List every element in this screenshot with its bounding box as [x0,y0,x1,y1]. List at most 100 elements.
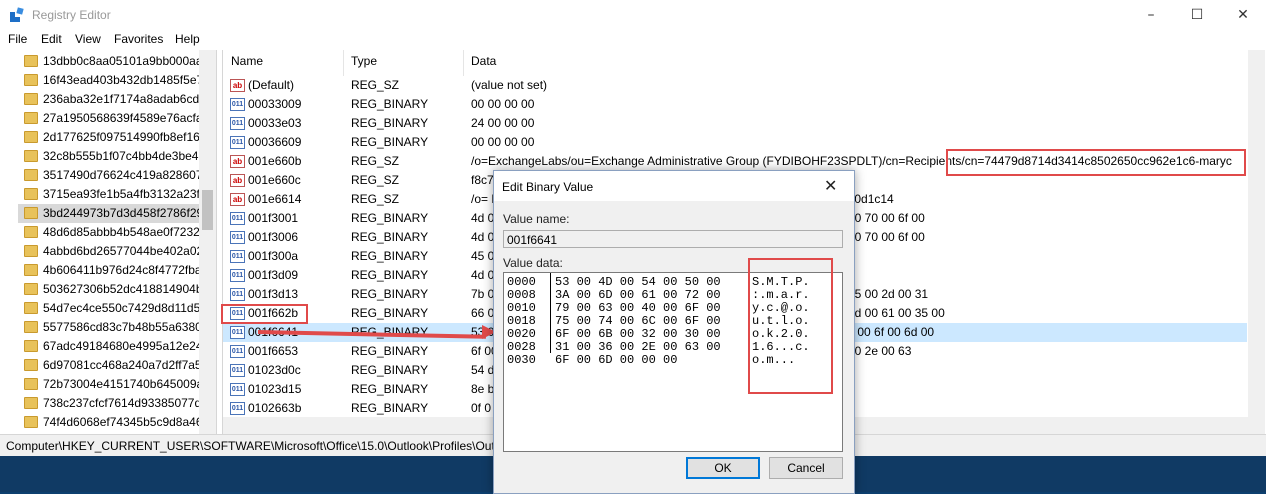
value-type: REG_BINARY [351,211,429,225]
value-type: REG_BINARY [351,268,429,282]
binary-value-icon: 011 [230,98,245,111]
tree-item[interactable]: 4b606411b976d24c8f4772fba9 [18,261,203,280]
column-divider[interactable] [463,50,464,76]
value-row[interactable]: ab (Default) REG_SZ (value not set) [223,76,1247,95]
hex-offset: 0028 [507,340,536,354]
folder-icon [24,397,38,409]
value-name: 00036609 [248,135,302,149]
tree-item[interactable]: 67adc49184680e4995a12e2403 [18,337,203,356]
title-bar[interactable]: Registry Editor – ☐ ✕ [0,0,1266,30]
tree-item-label: 6d97081cc468a240a7d2ff7a592 [43,358,203,372]
tree-item[interactable]: 72b73004e4151740b645009ad1 [18,375,203,394]
tree-item[interactable]: 13dbb0c8aa05101a9bb000aa0 [18,52,203,71]
tree-item[interactable]: 236aba32e1f7174a8adab6cd7e [18,90,203,109]
column-divider[interactable] [343,50,344,76]
tree-item-label: 54d7ec4ce550c7429d8d11d59c [43,301,203,315]
value-name: 00033009 [248,97,302,111]
folder-icon [24,416,38,428]
cancel-button[interactable]: Cancel [769,457,843,479]
hex-offset: 0000 [507,275,536,289]
list-vertical-scrollbar[interactable] [1248,50,1265,434]
folder-icon [24,188,38,200]
tree-item-label: 27a1950568639f4589e76acfac1 [43,111,203,125]
tree-item[interactable]: 48d6d85abbb4b548ae0f7232af [18,223,203,242]
binary-value-icon: 011 [230,326,245,339]
value-name: 001f3001 [248,211,299,225]
tree-item-label: 67adc49184680e4995a12e2403 [43,339,203,353]
value-row[interactable]: 011 00033e03 REG_BINARY 24 00 00 00 [223,114,1247,133]
binary-value-icon: 011 [230,402,245,415]
tree-scrollbar[interactable] [199,50,216,434]
menu-edit[interactable]: Edit [41,32,62,46]
value-row[interactable]: 011 00033009 REG_BINARY 00 00 00 00 [223,95,1247,114]
column-header-data[interactable]: Data [471,54,496,74]
tree-item[interactable]: 6d97081cc468a240a7d2ff7a592 [18,356,203,375]
binary-value-icon: 011 [230,117,245,130]
tree-item-label: 3bd244973b7d3d458f2786f291 [43,206,203,220]
tree-item-label: 32c8b555b1f07c4bb4de3be48 [43,149,203,163]
value-name: 001f6653 [248,344,299,358]
value-name-label: Value name: [503,212,570,226]
registry-editor-icon [10,7,24,22]
value-type: REG_BINARY [351,116,429,130]
tree-item[interactable]: 2d177625f097514990fb8ef1617 [18,128,203,147]
value-data: 8e b [471,382,495,396]
ok-button[interactable]: OK [686,457,760,479]
tree-item[interactable]: 3bd244973b7d3d458f2786f291 [18,204,203,223]
string-value-icon: ab [230,193,245,206]
tree-item[interactable]: 54d7ec4ce550c7429d8d11d59c [18,299,203,318]
menu-favorites[interactable]: Favorites [114,32,163,46]
tree-item-label: 48d6d85abbb4b548ae0f7232af [43,225,203,239]
folder-icon [24,302,38,314]
tree-item[interactable]: 16f43ead403b432db1485f5e76 [18,71,203,90]
hex-offset: 0010 [507,301,536,315]
hex-offset: 0030 [507,353,536,367]
tree-item-label: 74f4d6068ef74345b5c9d8a46e [43,415,203,429]
value-type: REG_SZ [351,154,400,168]
tree-scrollbar-thumb[interactable] [202,190,213,230]
tree-item[interactable]: 503627306b52dc418814904b1b [18,280,203,299]
value-data-label: Value data: [503,256,563,270]
value-name: 001e660b [248,154,302,168]
binary-value-icon: 011 [230,212,245,225]
tree-item[interactable]: 4abbd6bd26577044be402a025 [18,242,203,261]
value-name-field: 001f6641 [503,230,843,248]
value-name: 001e6614 [248,192,302,206]
hex-bytes: 53 00 4D 00 54 00 50 00 [555,275,721,289]
tree-item[interactable]: 3517490d76624c419a828607e2 [18,166,203,185]
menu-file[interactable]: File [8,32,27,46]
menu-help[interactable]: Help [175,32,200,46]
value-data: 4d 0 [471,268,495,282]
maximize-button[interactable]: ☐ [1174,0,1220,30]
tree-item[interactable]: 74f4d6068ef74345b5c9d8a46e [18,413,203,432]
value-data: 24 00 00 00 [471,116,535,130]
minimize-button[interactable]: – [1128,0,1174,30]
tree-item[interactable]: 5577586cd83c7b48b55a638091 [18,318,203,337]
value-name: 01023d0c [248,363,301,377]
value-type: REG_BINARY [351,344,429,358]
tree-item-label: 2d177625f097514990fb8ef1617 [43,130,203,144]
dialog-title-bar[interactable]: Edit Binary Value ✕ [494,171,854,201]
close-button[interactable]: ✕ [1220,0,1266,30]
value-name: 00033e03 [248,116,302,130]
column-header-name[interactable]: Name [231,54,263,74]
folder-icon [24,169,38,181]
tree-item[interactable]: 27a1950568639f4589e76acfac1 [18,109,203,128]
hex-bytes: 75 00 74 00 6C 00 6F 00 [555,314,721,328]
column-header-type[interactable]: Type [351,54,377,74]
tree-item[interactable]: 738c237cfcf7614d93385077d23 [18,394,203,413]
tree-item[interactable]: 3715ea93fe1b5a4fb3132a23f92 [18,185,203,204]
folder-icon [24,226,38,238]
dialog-close-icon[interactable]: ✕ [824,176,837,195]
hex-bytes: 3A 00 6D 00 61 00 72 00 [555,288,721,302]
tree-item[interactable]: 32c8b555b1f07c4bb4de3be48 [18,147,203,166]
value-data: f8c7 [471,173,494,187]
string-value-icon: ab [230,155,245,168]
key-tree[interactable]: 74f4d6068ef74345b5c9d8a46e 738c237cfcf761… [0,50,217,434]
value-type: REG_BINARY [351,135,429,149]
tree-item-label: 13dbb0c8aa05101a9bb000aa0 [43,54,203,68]
value-name: 001f3006 [248,230,299,244]
menu-view[interactable]: View [75,32,101,46]
value-data: 00 00 00 00 [471,135,535,149]
hex-offset: 0008 [507,288,536,302]
